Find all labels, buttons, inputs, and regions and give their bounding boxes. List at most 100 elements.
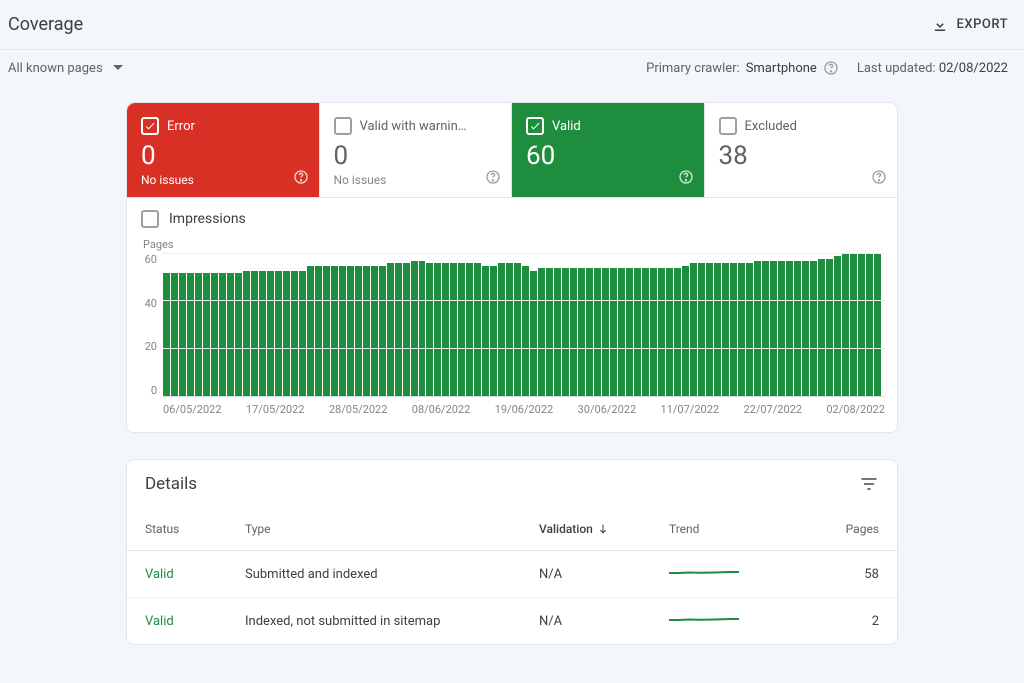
impressions-label: Impressions — [169, 211, 246, 227]
coverage-card: Error 0 No issues Valid with warnin… 0 N… — [126, 102, 898, 433]
details-title: Details — [145, 474, 197, 494]
chart-bar — [754, 261, 761, 396]
help-icon[interactable] — [293, 169, 309, 189]
chart-bar — [746, 263, 753, 396]
tile-error-sub: No issues — [141, 173, 305, 187]
table-row[interactable]: ValidSubmitted and indexedN/A58 — [127, 551, 897, 598]
chart-bar — [658, 268, 665, 396]
filter-icon[interactable] — [859, 474, 879, 494]
help-icon[interactable] — [678, 169, 694, 189]
tile-valid[interactable]: Valid 60 — [512, 103, 705, 197]
x-tick: 22/07/2022 — [743, 403, 802, 416]
chart-bar — [275, 271, 282, 396]
chart-bar — [834, 256, 841, 396]
help-icon[interactable] — [871, 169, 887, 189]
export-button[interactable]: EXPORT — [931, 16, 1008, 34]
tile-excluded[interactable]: Excluded 38 — [705, 103, 898, 197]
chart-bar — [482, 266, 489, 396]
chevron-down-icon — [113, 63, 123, 73]
arrow-down-icon — [597, 523, 609, 535]
help-icon[interactable] — [823, 60, 839, 76]
chart-bar — [802, 261, 809, 396]
impressions-checkbox[interactable] — [141, 210, 159, 228]
chart-bar — [594, 268, 601, 396]
chart-bar — [291, 271, 298, 396]
col-type[interactable]: Type — [245, 522, 529, 536]
chart-bar — [674, 268, 681, 396]
chart-bar — [562, 268, 569, 396]
col-trend[interactable]: Trend — [669, 522, 799, 536]
row-validation: N/A — [539, 567, 659, 582]
x-tick: 11/07/2022 — [661, 403, 720, 416]
y-tick: 40 — [145, 297, 157, 310]
chart-bar — [762, 261, 769, 396]
chart-bar — [706, 263, 713, 396]
chart-bar — [786, 261, 793, 396]
filters-row: All known pages Primary crawler: Smartph… — [0, 50, 1024, 86]
chart-bar — [554, 268, 561, 396]
chart-bar — [514, 263, 521, 396]
row-type: Submitted and indexed — [245, 567, 529, 582]
row-type: Indexed, not submitted in sitemap — [245, 614, 529, 629]
row-pages: 58 — [809, 567, 879, 582]
col-pages[interactable]: Pages — [809, 522, 879, 536]
chart-bar — [363, 266, 370, 396]
coverage-chart: Pages 6040200 06/05/202217/05/202228/05/… — [127, 232, 897, 432]
chart-bar — [379, 266, 386, 396]
table-header: Status Type Validation Trend Pages — [127, 508, 897, 551]
col-validation[interactable]: Validation — [539, 522, 659, 536]
chart-y-label: Pages — [139, 238, 885, 251]
chart-bar — [371, 266, 378, 396]
chart-bar — [203, 273, 210, 396]
tile-valid-checkbox[interactable] — [526, 117, 544, 135]
details-card: Details Status Type Validation Trend Pag… — [126, 459, 898, 645]
help-icon[interactable] — [485, 169, 501, 189]
table-row[interactable]: ValidIndexed, not submitted in sitemapN/… — [127, 598, 897, 644]
chart-bar — [339, 266, 346, 396]
chart-bar — [618, 268, 625, 396]
chart-bar — [259, 271, 266, 396]
last-updated-label: Last updated: — [857, 61, 936, 76]
chart-bar — [243, 271, 250, 396]
chart-bar — [858, 254, 865, 396]
tile-error[interactable]: Error 0 No issues — [127, 103, 320, 197]
chart-bar — [235, 273, 242, 396]
chart-bar — [578, 268, 585, 396]
chart-bar — [866, 254, 873, 396]
chart-bar — [403, 263, 410, 396]
chart-bar — [810, 261, 817, 396]
col-status[interactable]: Status — [145, 522, 235, 536]
x-tick: 30/06/2022 — [578, 403, 637, 416]
chart-bar — [602, 268, 609, 396]
tile-excluded-checkbox[interactable] — [719, 117, 737, 135]
pages-filter-dropdown[interactable]: All known pages — [8, 61, 123, 76]
impressions-toggle: Impressions — [127, 198, 897, 232]
chart-bar — [219, 273, 226, 396]
x-tick: 28/05/2022 — [329, 403, 388, 416]
chart-bar — [850, 254, 857, 396]
x-tick: 06/05/2022 — [163, 403, 222, 416]
tile-error-label: Error — [167, 119, 195, 134]
download-icon — [931, 16, 949, 34]
chart-bar — [355, 266, 362, 396]
pages-filter-label: All known pages — [8, 61, 103, 76]
tile-warning[interactable]: Valid with warnin… 0 No issues — [320, 103, 513, 197]
chart-y-axis: 6040200 — [139, 253, 163, 397]
tile-warning-checkbox[interactable] — [334, 117, 352, 135]
details-table: Status Type Validation Trend Pages Valid… — [127, 508, 897, 644]
tile-error-count: 0 — [141, 141, 305, 171]
chart-bar — [434, 263, 441, 396]
chart-bar — [195, 273, 202, 396]
chart-bar — [474, 263, 481, 396]
chart-bar — [426, 263, 433, 396]
chart-bar — [722, 263, 729, 396]
chart-bar — [682, 266, 689, 396]
chart-bar — [570, 268, 577, 396]
tile-error-checkbox[interactable] — [141, 117, 159, 135]
chart-bar — [395, 263, 402, 396]
row-validation: N/A — [539, 614, 659, 629]
chart-bar — [458, 263, 465, 396]
chart-bar — [778, 261, 785, 396]
chart-bar — [387, 263, 394, 396]
chart-bar — [634, 268, 641, 396]
